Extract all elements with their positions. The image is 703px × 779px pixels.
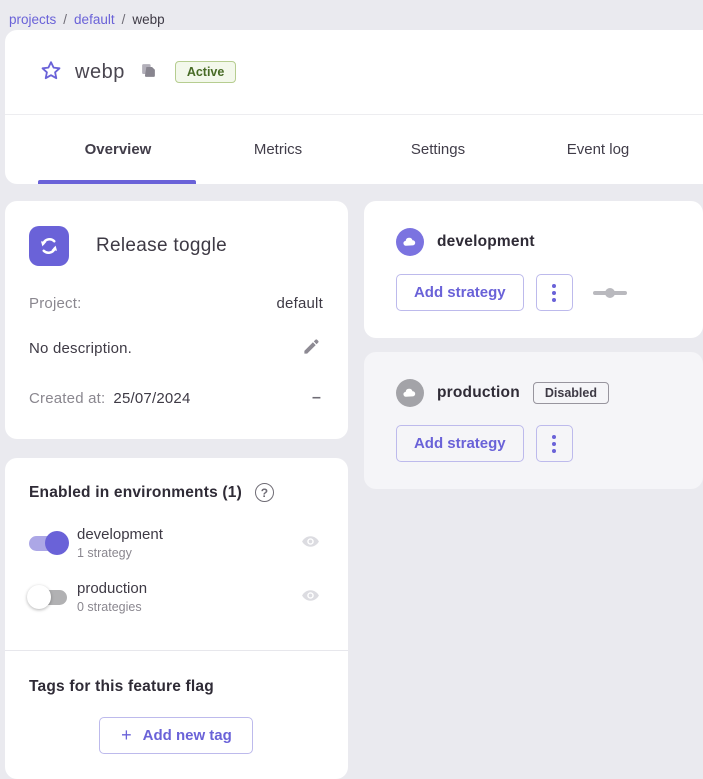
breadcrumb-separator: / <box>122 12 126 27</box>
breadcrumb-current: webp <box>132 12 164 27</box>
kebab-icon <box>552 284 556 302</box>
created-label: Created at: <box>29 390 105 407</box>
panel-actions: Add strategy <box>396 425 683 462</box>
project-label: Project: <box>29 295 81 312</box>
panel-environment-name: development <box>437 233 535 251</box>
environment-strategy-count: 1 strategy <box>77 546 297 560</box>
tags-title: Tags for this feature flag <box>29 678 324 696</box>
add-new-tag-button[interactable]: + Add new tag <box>99 717 253 754</box>
created-at: Created at: 25/07/2024 <box>29 390 191 407</box>
panel-header: production Disabled <box>396 379 683 407</box>
eye-icon <box>299 584 322 610</box>
description-text: No description. <box>29 340 132 357</box>
environment-labels: development 1 strategy <box>77 526 297 560</box>
tab-settings[interactable]: Settings <box>358 115 518 184</box>
tags-section: Tags for this feature flag + Add new tag <box>5 651 348 779</box>
production-toggle[interactable] <box>29 588 67 606</box>
production-strategy-panel: production Disabled Add strategy <box>364 352 703 489</box>
development-strategy-panel: development Add strategy <box>364 201 703 338</box>
project-value[interactable]: default <box>277 295 323 312</box>
environment-strategy-count: 0 strategies <box>77 600 297 614</box>
main-content: Release toggle Project: default No descr… <box>5 201 703 779</box>
breadcrumb-separator: / <box>63 12 67 27</box>
description-row: No description. <box>29 335 323 361</box>
breadcrumb-link-projects[interactable]: projects <box>9 12 56 27</box>
help-icon[interactable]: ? <box>255 483 274 502</box>
project-row: Project: default <box>29 295 323 312</box>
feature-details-card: Release toggle Project: default No descr… <box>5 201 348 439</box>
created-row: Created at: 25/07/2024 – <box>29 387 323 409</box>
environments-section: Enabled in environments (1) ? developmen… <box>5 458 348 650</box>
toggle-thumb <box>27 585 51 609</box>
strategy-drag-icon <box>593 286 627 300</box>
environment-labels: production 0 strategies <box>77 580 297 614</box>
star-icon <box>39 59 63 86</box>
status-badge: Active <box>175 61 237 83</box>
environment-row-production: production 0 strategies <box>29 580 324 614</box>
page-title: webp <box>75 61 125 84</box>
cloud-icon <box>396 379 424 407</box>
favorite-button[interactable] <box>39 60 63 84</box>
environment-name: development <box>77 526 297 543</box>
breadcrumb: projects / default / webp <box>0 0 703 30</box>
environments-card: Enabled in environments (1) ? developmen… <box>5 458 348 779</box>
kebab-icon <box>552 435 556 453</box>
pencil-icon <box>302 337 321 359</box>
preview-development-button[interactable] <box>297 528 324 558</box>
environment-row-development: development 1 strategy <box>29 526 324 560</box>
add-tag-label: Add new tag <box>143 727 232 744</box>
copy-icon <box>140 62 157 82</box>
add-strategy-button[interactable]: Add strategy <box>396 274 524 311</box>
eye-icon <box>299 530 322 556</box>
created-value: 25/07/2024 <box>113 390 190 407</box>
cloud-icon <box>396 228 424 256</box>
left-column: Release toggle Project: default No descr… <box>5 201 348 779</box>
feature-type-row: Release toggle <box>29 226 323 266</box>
tab-bar: Overview Metrics Settings Event log <box>5 115 703 184</box>
add-strategy-button[interactable]: Add strategy <box>396 425 524 462</box>
disabled-badge: Disabled <box>533 382 609 404</box>
collapse-button[interactable]: – <box>310 387 323 409</box>
tab-metrics[interactable]: Metrics <box>198 115 358 184</box>
feature-header-row: webp Active <box>5 30 703 115</box>
more-actions-button[interactable] <box>536 274 573 311</box>
plus-icon: + <box>121 725 132 746</box>
panel-actions: Add strategy <box>396 274 683 311</box>
right-column: development Add strategy production Disa… <box>364 201 703 489</box>
environments-title: Enabled in environments (1) <box>29 484 242 502</box>
environments-title-row: Enabled in environments (1) ? <box>29 483 324 502</box>
breadcrumb-link-default[interactable]: default <box>74 12 115 27</box>
feature-type-label: Release toggle <box>96 235 227 257</box>
edit-description-button[interactable] <box>300 335 323 361</box>
panel-header: development <box>396 228 683 256</box>
tab-overview[interactable]: Overview <box>38 115 198 184</box>
feature-header-card: webp Active Overview Metrics Settings Ev… <box>5 30 703 184</box>
preview-production-button[interactable] <box>297 582 324 612</box>
release-toggle-icon <box>29 226 69 266</box>
tab-event-log[interactable]: Event log <box>518 115 678 184</box>
toggle-thumb <box>45 531 69 555</box>
panel-environment-name: production <box>437 384 520 402</box>
environment-name: production <box>77 580 297 597</box>
development-toggle[interactable] <box>29 534 67 552</box>
copy-name-button[interactable] <box>139 62 159 82</box>
more-actions-button[interactable] <box>536 425 573 462</box>
